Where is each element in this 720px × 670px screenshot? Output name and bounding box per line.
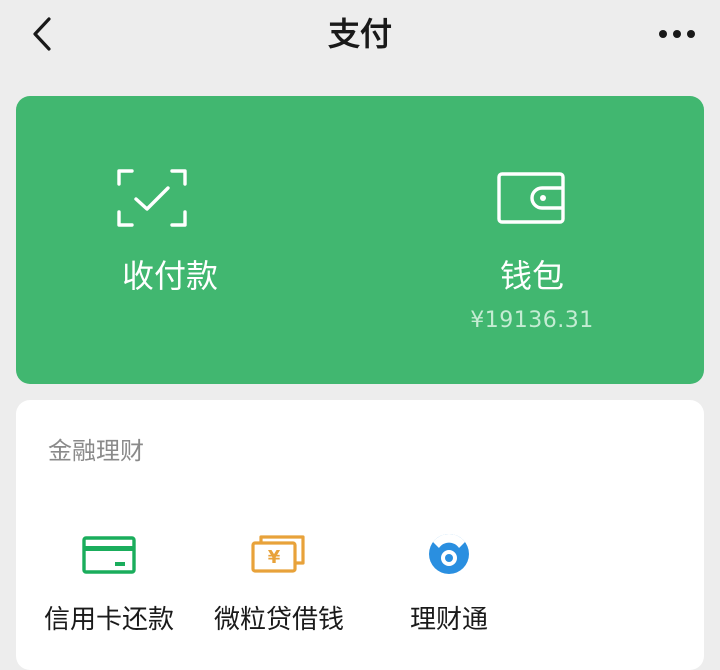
more-horizontal-icon [659, 30, 695, 38]
banknote-icon: ¥ [251, 535, 305, 573]
licaitong-button[interactable]: 理财通 [364, 520, 534, 635]
credit-card-repay-label: 信用卡还款 [43, 605, 174, 635]
page-title: 支付 [327, 15, 392, 53]
pay-receive-button[interactable]: 收付款 [16, 96, 360, 384]
svg-text:¥: ¥ [268, 547, 281, 568]
wallet-icon [497, 172, 565, 224]
weilidai-loan-label: 微粒贷借钱 [213, 605, 344, 635]
wallet-label: 钱包 [499, 257, 564, 295]
pay-receive-label: 收付款 [121, 257, 218, 295]
weilidai-loan-button[interactable]: ¥ 微粒贷借钱 [194, 520, 364, 635]
payment-hero-card: 收付款 钱包 ¥19136.31 [16, 96, 704, 384]
top-nav-bar: 支付 [0, 0, 720, 72]
credit-card-repay-button[interactable]: 信用卡还款 [24, 520, 194, 635]
wallet-balance: ¥19136.31 [470, 308, 594, 333]
licaitong-icon [429, 534, 469, 574]
credit-card-icon [82, 536, 136, 574]
finance-section-title: 金融理财 [48, 437, 144, 465]
wallet-button[interactable]: 钱包 ¥19136.31 [360, 96, 704, 384]
more-button[interactable] [652, 14, 702, 54]
scan-check-icon [117, 169, 187, 227]
licaitong-label: 理财通 [409, 605, 488, 635]
finance-panel: 金融理财 信用卡还款 ¥ 微粒贷借钱 理财通 [16, 400, 704, 670]
